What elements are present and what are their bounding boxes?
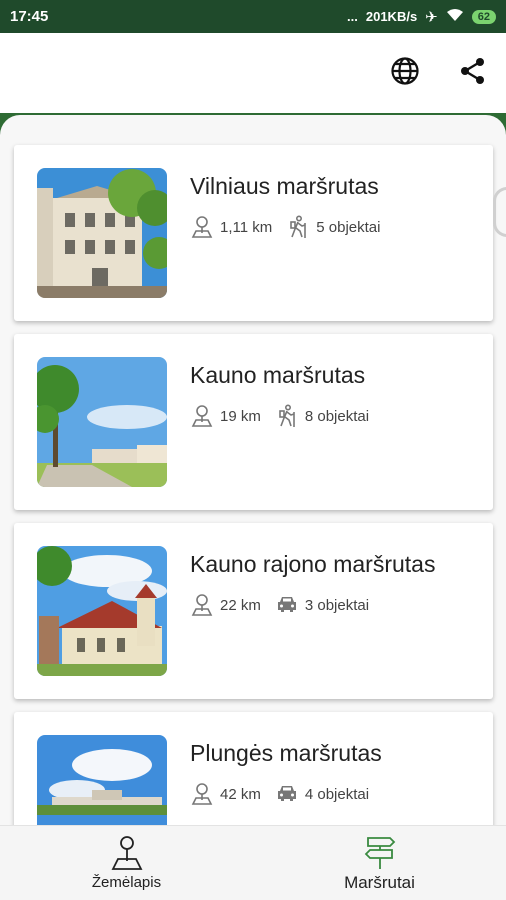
route-thumbnail	[37, 357, 167, 487]
route-thumbnail	[37, 735, 167, 825]
route-thumbnail	[37, 546, 167, 676]
route-meta: 22 km 3 objektai	[190, 593, 369, 617]
bottom-navigation: Žemėlapis Maršrutai	[0, 825, 506, 900]
location-pin-icon	[190, 593, 214, 617]
hiking-icon	[275, 404, 299, 428]
share-icon	[458, 56, 488, 91]
nav-item-routes[interactable]: Maršrutai	[253, 826, 506, 900]
car-icon	[275, 782, 299, 806]
status-bar: 17:45 ... 201KB/s ✈ 62	[0, 0, 506, 33]
network-speed: 201KB/s	[365, 9, 418, 24]
route-distance: 42 km	[220, 785, 261, 803]
route-title: Vilniaus maršrutas	[190, 173, 379, 199]
route-card-kaunas[interactable]: Kauno maršrutas 19 km 8 objektai	[14, 334, 493, 510]
route-list[interactable]: Vilniaus maršrutas 1,11 km 5 objektai Ka…	[0, 115, 506, 825]
route-objects: 3 objektai	[304, 596, 370, 614]
globe-icon	[390, 56, 420, 91]
route-distance: 1,11 km	[220, 218, 273, 236]
route-card-plunge[interactable]: Plungės maršrutas 42 km 4 objektai	[14, 712, 493, 825]
nav-label-map: Žemėlapis	[91, 874, 162, 891]
route-meta: 19 km 8 objektai	[190, 404, 369, 428]
route-card-vilnius[interactable]: Vilniaus maršrutas 1,11 km 5 objektai	[14, 145, 493, 321]
route-title: Kauno maršrutas	[190, 362, 366, 388]
route-objects: 8 objektai	[304, 407, 370, 425]
location-pin-icon	[190, 404, 214, 428]
route-title: Plungės maršrutas	[190, 740, 382, 766]
route-objects: 4 objektai	[304, 785, 370, 803]
nav-item-map[interactable]: Žemėlapis	[0, 826, 253, 900]
location-pin-icon	[190, 215, 214, 239]
map-pin-icon	[109, 835, 145, 871]
status-time: 17:45	[10, 8, 49, 25]
route-objects: 5 objektai	[316, 218, 381, 236]
hiking-icon	[286, 215, 310, 239]
nav-label-routes: Maršrutai	[344, 872, 415, 892]
language-button[interactable]	[387, 55, 423, 91]
route-meta: 1,11 km 5 objektai	[190, 215, 380, 239]
route-title: Kauno rajono maršrutas	[190, 551, 436, 577]
airplane-icon: ✈	[425, 8, 438, 26]
route-distance: 22 km	[220, 596, 261, 614]
car-icon	[275, 593, 299, 617]
share-button[interactable]	[455, 55, 491, 91]
route-meta: 42 km 4 objektai	[190, 782, 369, 806]
route-thumbnail	[37, 168, 167, 298]
signpost-icon	[362, 834, 398, 870]
route-distance: 19 km	[220, 407, 261, 425]
location-pin-icon	[190, 782, 214, 806]
status-indicators: ... 201KB/s ✈ 62	[347, 8, 496, 26]
scroll-indicator	[493, 187, 506, 237]
wifi-icon	[446, 8, 464, 25]
status-dots: ...	[347, 9, 358, 24]
route-card-kaunas-district[interactable]: Kauno rajono maršrutas 22 km 3 objektai	[14, 523, 493, 699]
app-bar	[0, 33, 506, 113]
battery-indicator: 62	[471, 9, 496, 24]
